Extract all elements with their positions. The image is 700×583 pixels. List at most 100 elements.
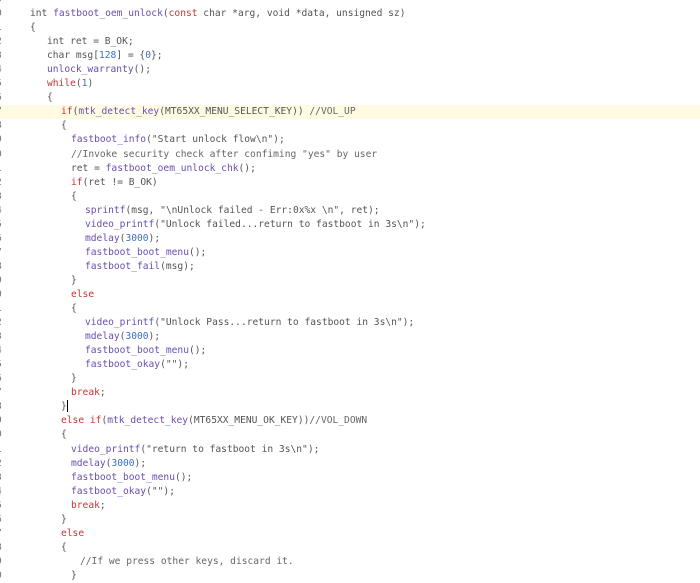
code-text: while(1) xyxy=(47,77,93,91)
code-line[interactable]: 3 mdelay(3000); xyxy=(0,330,700,344)
code-line[interactable]: 9 xyxy=(0,0,700,7)
code-line[interactable]: 4 unlock_warranty(); xyxy=(0,63,700,77)
code-line[interactable]: 8{ xyxy=(0,541,700,555)
line-number: 7 xyxy=(0,527,6,541)
line-number: 6 xyxy=(0,513,6,527)
comment-token: //VOL_DOWN xyxy=(309,415,368,427)
code-line[interactable]: 7 fastboot_boot_menu(); xyxy=(0,246,700,260)
code-text: //If we press other keys, discard it. xyxy=(80,555,294,569)
code-line[interactable]: 0 int fastboot_oem_unlock(const char *arg… xyxy=(0,7,700,21)
code-text: sprintf(msg, "\nUnlock failed - Err:0x%x… xyxy=(85,204,380,218)
code-line[interactable]: 5 video_printf("Unlock failed...return to… xyxy=(0,218,700,232)
line-number: 6 xyxy=(0,232,6,246)
code-line[interactable]: 5 while(1) xyxy=(0,77,700,91)
code-line[interactable]: 9} xyxy=(0,274,700,288)
code-line[interactable]: 1 video_printf("return to fastboot in 3s\… xyxy=(0,443,700,457)
code-line[interactable]: 4 fastboot_okay(""); xyxy=(0,485,700,499)
code-line[interactable]: 4 fastboot_boot_menu(); xyxy=(0,344,700,358)
code-line[interactable]: 5 fastboot_okay(""); xyxy=(0,358,700,372)
code-text: fastboot_boot_menu(); xyxy=(71,471,192,485)
line-number: 4 xyxy=(0,204,6,218)
code-line[interactable]: 7 if(mtk_detect_key(MT65XX_MENU_SELECT_KE… xyxy=(0,105,700,120)
code-line[interactable]: 2 video_printf("Unlock Pass...return to f… xyxy=(0,316,700,330)
code-token: { xyxy=(30,22,36,34)
code-line[interactable]: 8 fastboot_fail(msg); xyxy=(0,260,700,274)
code-line[interactable]: 6 mdelay(3000); xyxy=(0,232,700,246)
code-line[interactable]: 1{ xyxy=(0,21,700,35)
line-number: 3 xyxy=(0,190,6,204)
code-line[interactable]: 9 fastboot_info("Start unlock flow\n"); xyxy=(0,133,700,147)
line-number: 1 xyxy=(0,21,6,35)
code-line[interactable]: 4 sprintf(msg, "\nUnlock failed - Err:0x%… xyxy=(0,204,700,218)
code-text: { xyxy=(61,119,67,133)
code-line[interactable]: 0 else xyxy=(0,288,700,302)
keyword-token: else xyxy=(61,527,85,539)
code-line[interactable]: 0} xyxy=(0,569,700,583)
line-number: 0 xyxy=(0,428,6,442)
line-number: 7 xyxy=(0,386,6,400)
function-token: video_printf xyxy=(85,218,155,230)
code-line[interactable]: 6{ xyxy=(0,91,700,105)
code-token: ("Start unlock flow\n"); xyxy=(146,134,285,146)
code-line[interactable]: 3{ xyxy=(0,190,700,204)
function-token: mtk_detect_key xyxy=(107,415,189,427)
comment-token: //If we press other keys, discard it. xyxy=(80,555,294,567)
code-line[interactable]: 8} xyxy=(0,400,700,414)
code-text: fastboot_okay(""); xyxy=(71,485,175,499)
code-line[interactable]: 2 if(ret != B_OK) xyxy=(0,176,700,190)
line-number: 8 xyxy=(0,119,6,133)
code-line[interactable]: 1 ret = fastboot_oem_unlock_chk(); xyxy=(0,162,700,176)
code-line[interactable]: 1{ xyxy=(0,302,700,316)
line-number: 0 xyxy=(0,7,6,21)
code-token: { xyxy=(61,120,67,132)
code-token: ("return to fastboot in 3s\n"); xyxy=(140,443,320,455)
code-line[interactable]: 3 fastboot_boot_menu(); xyxy=(0,471,700,485)
code-line[interactable]: 7 else xyxy=(0,527,700,541)
code-line[interactable]: 9 else if(mtk_detect_key(MT65XX_MENU_OK_K… xyxy=(0,414,700,428)
function-token: fastboot_boot_menu xyxy=(71,471,175,483)
function-token: fastboot_oem_unlock xyxy=(53,8,163,20)
code-line[interactable]: 0 //Invoke security check after confiming… xyxy=(0,148,700,162)
code-line[interactable]: 6} xyxy=(0,372,700,386)
code-text: if(ret != B_OK) xyxy=(71,176,158,190)
code-line[interactable]: 8{ xyxy=(0,119,700,133)
code-token: char *arg, void *data, unsigned sz) xyxy=(197,8,406,20)
comment-token: //Invoke security check after confiming … xyxy=(71,148,378,160)
code-token: (""); xyxy=(160,359,189,371)
code-line[interactable]: 3 char msg[128] = {0}; xyxy=(0,49,700,63)
line-number: 0 xyxy=(0,288,6,302)
code-line[interactable]: 2 mdelay(3000); xyxy=(0,457,700,471)
code-token: ("Unlock failed...return to fastboot in … xyxy=(154,218,426,230)
code-text: break; xyxy=(71,499,106,513)
code-text: } xyxy=(61,513,67,527)
line-number: 2 xyxy=(0,316,6,330)
line-number: 9 xyxy=(0,133,6,147)
number-token: 3000 xyxy=(111,457,135,469)
code-token: ; xyxy=(99,499,106,511)
line-number: 4 xyxy=(0,63,6,77)
code-text: } xyxy=(71,274,77,288)
function-token: mtk_detect_key xyxy=(78,106,160,118)
code-token: } xyxy=(61,513,67,525)
function-token: mdelay xyxy=(85,331,120,343)
code-token: ; xyxy=(99,387,106,399)
code-token: } xyxy=(71,569,77,581)
code-line[interactable]: 2 int ret = B_OK; xyxy=(0,35,700,49)
code-line[interactable]: 0{ xyxy=(0,428,700,442)
code-text: mdelay(3000); xyxy=(71,457,146,471)
code-line[interactable]: 7 break; xyxy=(0,386,700,400)
code-text: { xyxy=(61,428,67,442)
line-number: 0 xyxy=(0,569,6,583)
code-token: { xyxy=(71,190,77,202)
code-token: { xyxy=(71,303,77,315)
line-number: 1 xyxy=(0,443,6,457)
code-token: ) xyxy=(87,78,94,90)
line-number: 8 xyxy=(0,400,6,414)
code-text: } xyxy=(61,400,68,414)
code-line[interactable]: 6} xyxy=(0,513,700,527)
function-token: mdelay xyxy=(71,457,106,469)
code-line[interactable]: 5 break; xyxy=(0,499,700,513)
code-line[interactable]: 9 //If we press other keys, discard it. xyxy=(0,555,700,569)
code-editor[interactable]: 90int fastboot_oem_unlock(const char *ar… xyxy=(0,0,700,583)
function-token: fastboot_oem_unlock_chk xyxy=(105,162,239,174)
